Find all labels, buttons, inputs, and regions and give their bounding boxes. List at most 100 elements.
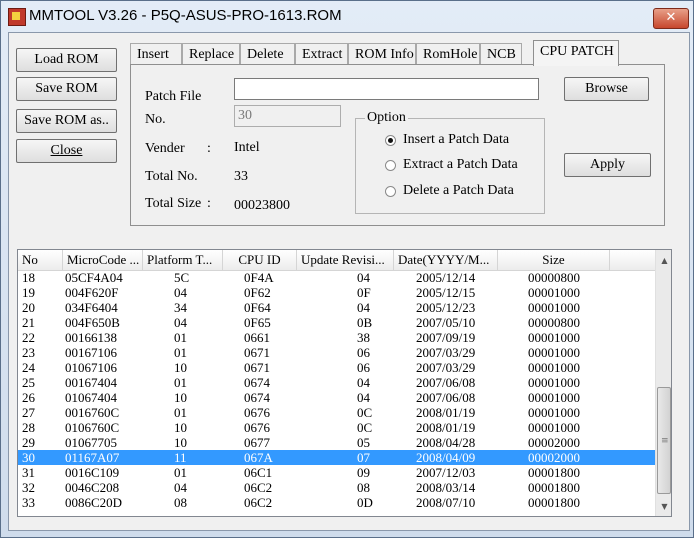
cell-microcode: 0016760C [65, 405, 120, 420]
vender-label: Vender [145, 141, 185, 156]
cell-no: 30 [22, 450, 35, 465]
table-row[interactable]: 30 01167A07 11 067A 07 2008/04/09 00002000 [18, 450, 655, 465]
tab-insert[interactable]: Insert [130, 43, 182, 65]
cell-size: 00001000 [528, 405, 580, 420]
main-window: MMTOOL V3.26 - P5Q-ASUS-PRO-1613.ROM ✕ L… [0, 0, 694, 538]
patch-file-input[interactable] [234, 78, 539, 100]
close-rom-button[interactable]: Close [16, 139, 117, 163]
save-rom-button[interactable]: Save ROM [16, 77, 117, 101]
cell-no: 31 [22, 465, 35, 480]
cell-cpu-id: 0677 [244, 435, 270, 450]
column-header-size[interactable]: Size [498, 250, 610, 270]
cell-microcode: 01067705 [65, 435, 117, 450]
insert-patch-label[interactable]: Insert a Patch Data [403, 132, 509, 148]
load-rom-button[interactable]: Load ROM [16, 48, 117, 72]
cell-size: 00001800 [528, 480, 580, 495]
vertical-scrollbar[interactable]: ▲ ≡ ▼ [655, 250, 671, 516]
cell-date: 2008/04/09 [416, 450, 476, 465]
save-rom-as-button[interactable]: Save ROM as.. [16, 109, 117, 133]
table-row[interactable]: 28 0106760C 10 0676 0C 2008/01/19 00001000 [18, 420, 655, 435]
column-header-microcode[interactable]: MicroCode ... [63, 250, 143, 270]
cell-no: 29 [22, 435, 35, 450]
table-row[interactable]: 24 01067106 10 0671 06 2007/03/29 00001000 [18, 360, 655, 375]
column-header-date[interactable]: Date(YYYY/M... [394, 250, 498, 270]
cell-microcode: 0106760C [65, 420, 120, 435]
cell-cpu-id: 0674 [244, 375, 270, 390]
column-header-no[interactable]: No [18, 250, 63, 270]
cell-platform: 34 [174, 300, 187, 315]
table-row[interactable]: 33 0086C20D 08 06C2 0D 2008/07/10 00001800 [18, 495, 655, 510]
tab-replace[interactable]: Replace [182, 43, 240, 65]
extract-patch-label[interactable]: Extract a Patch Data [403, 157, 518, 173]
cell-platform: 10 [174, 435, 187, 450]
table-row[interactable]: 29 01067705 10 0677 05 2008/04/28 00002000 [18, 435, 655, 450]
cell-no: 20 [22, 300, 35, 315]
tab-extract[interactable]: Extract [295, 43, 348, 65]
scroll-down-arrow-icon[interactable]: ▼ [656, 498, 671, 515]
table-row[interactable]: 31 0016C109 01 06C1 09 2007/12/03 00001800 [18, 465, 655, 480]
table-row[interactable]: 21 004F650B 04 0F65 0B 2007/05/10 00000800 [18, 315, 655, 330]
cell-date: 2007/05/10 [416, 315, 476, 330]
cell-microcode: 00167404 [65, 375, 117, 390]
column-header-platform[interactable]: Platform T... [143, 250, 223, 270]
tab-romhole[interactable]: RomHole [416, 43, 480, 65]
cell-microcode: 01067106 [65, 360, 117, 375]
patch-no-input[interactable]: 30 [234, 105, 341, 127]
window-close-button[interactable]: ✕ [653, 8, 689, 29]
table-row[interactable]: 25 00167404 01 0674 04 2007/06/08 00001000 [18, 375, 655, 390]
cell-date: 2008/04/28 [416, 435, 476, 450]
delete-patch-radio[interactable] [385, 186, 396, 197]
table-row[interactable]: 20 034F6404 34 0F64 04 2005/12/23 00001000 [18, 300, 655, 315]
cell-cpu-id: 06C1 [244, 465, 273, 480]
cell-update-revision: 05 [357, 435, 370, 450]
cell-platform: 10 [174, 390, 187, 405]
cell-date: 2008/03/14 [416, 480, 476, 495]
tab-rom-info[interactable]: ROM Info [348, 43, 416, 65]
table-row[interactable]: 32 0046C208 04 06C2 08 2008/03/14 00001800 [18, 480, 655, 495]
scrollbar-thumb[interactable]: ≡ [657, 387, 671, 494]
cell-size: 00001000 [528, 345, 580, 360]
delete-patch-label[interactable]: Delete a Patch Data [403, 183, 514, 199]
cell-size: 00001000 [528, 390, 580, 405]
table-row[interactable]: 23 00167106 01 0671 06 2007/03/29 00001000 [18, 345, 655, 360]
tab-cpu-patch[interactable]: CPU PATCH [533, 40, 619, 66]
total-no-value: 33 [234, 169, 248, 184]
scroll-up-arrow-icon[interactable]: ▲ [656, 252, 671, 269]
cell-microcode: 0086C20D [65, 495, 123, 510]
title-bar[interactable]: MMTOOL V3.26 - P5Q-ASUS-PRO-1613.ROM ✕ [1, 1, 693, 33]
cell-date: 2007/06/08 [416, 390, 476, 405]
column-header-cpu-id[interactable]: CPU ID [223, 250, 297, 270]
cell-date: 2005/12/15 [416, 285, 476, 300]
cell-date: 2008/07/10 [416, 495, 476, 510]
cell-no: 25 [22, 375, 35, 390]
microcode-list[interactable]: No MicroCode ... Platform T... CPU ID Up… [17, 249, 672, 517]
browse-button[interactable]: Browse [564, 77, 649, 101]
app-icon [8, 8, 26, 26]
cell-microcode: 004F650B [65, 315, 120, 330]
apply-button[interactable]: Apply [564, 153, 651, 177]
cell-date: 2008/01/19 [416, 420, 476, 435]
tab-ncb[interactable]: NCB [480, 43, 522, 65]
cell-no: 26 [22, 390, 35, 405]
total-size-value: 00023800 [234, 198, 290, 213]
table-row[interactable]: 18 05CF4A04 5C 0F4A 04 2005/12/14 00000800 [18, 270, 655, 285]
cell-update-revision: 0C [357, 420, 373, 435]
total-size-separator: : [207, 196, 211, 211]
tab-delete[interactable]: Delete [240, 43, 295, 65]
cell-update-revision: 07 [357, 450, 370, 465]
extract-patch-radio[interactable] [385, 160, 396, 171]
cell-size: 00001000 [528, 360, 580, 375]
cell-platform: 10 [174, 420, 187, 435]
cell-date: 2005/12/14 [416, 270, 476, 285]
table-row[interactable]: 26 01067404 10 0674 04 2007/06/08 00001000 [18, 390, 655, 405]
column-header-update-revision[interactable]: Update Revisi... [297, 250, 394, 270]
table-row[interactable]: 19 004F620F 04 0F62 0F 2005/12/15 00001000 [18, 285, 655, 300]
cell-cpu-id: 0674 [244, 390, 270, 405]
cell-no: 18 [22, 270, 35, 285]
insert-patch-radio[interactable] [385, 135, 396, 146]
cell-platform: 01 [174, 405, 187, 420]
table-row[interactable]: 22 00166138 01 0661 38 2007/09/19 00001000 [18, 330, 655, 345]
cell-date: 2005/12/23 [416, 300, 476, 315]
cell-microcode: 0016C109 [65, 465, 120, 480]
table-row[interactable]: 27 0016760C 01 0676 0C 2008/01/19 00001000 [18, 405, 655, 420]
